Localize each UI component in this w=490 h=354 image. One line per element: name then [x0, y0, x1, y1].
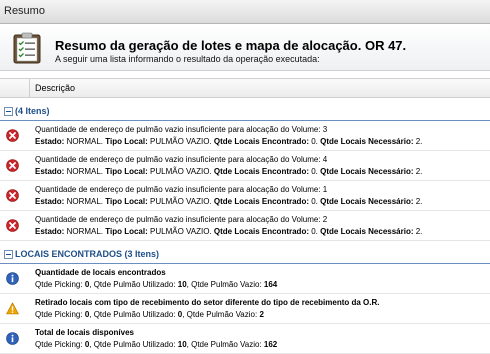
list-item[interactable]: Quantidade de endereço de pulmão vazio i…: [0, 121, 490, 151]
group-header-errors[interactable]: (4 Itens): [0, 103, 490, 121]
list-item[interactable]: Quantidade de endereço de pulmão vazio i…: [0, 151, 490, 181]
item-title: Quantidade de locais encontrados: [35, 268, 166, 277]
header-corner-cell: [0, 79, 30, 97]
error-icon: [6, 189, 19, 202]
info-icon: [6, 272, 19, 285]
clipboard-checklist-icon: [13, 32, 41, 64]
list-item[interactable]: Quantidade de endereço de pulmão vazio i…: [0, 181, 490, 211]
item-details: Estado: NORMAL. Tipo Local: PULMÃO VAZIO…: [35, 137, 423, 146]
group-header-locais-encontrados[interactable]: LOCAIS ENCONTRADOS (3 Itens): [0, 246, 490, 264]
window-title: Resumo: [0, 0, 490, 24]
group-label: LOCAIS ENCONTRADOS (3 Itens): [15, 249, 160, 259]
info-icon: [6, 332, 19, 345]
list-item[interactable]: Quantidade de locais encontrados Qtde Pi…: [0, 264, 490, 294]
item-details: Qtde Picking: 0, Qtde Pulmão Utilizado: …: [35, 310, 264, 319]
collapse-toggle-icon[interactable]: [4, 250, 13, 259]
summary-title: Resumo da geração de lotes e mapa de alo…: [55, 38, 407, 53]
summary-subtitle: A seguir uma lista informando o resultad…: [55, 54, 320, 64]
group-label: (4 Itens): [15, 106, 50, 116]
column-header-descricao[interactable]: Descrição: [35, 79, 75, 97]
summary-header: Resumo da geração de lotes e mapa de alo…: [0, 24, 490, 71]
item-title: Retirado locais com tipo de recebimento …: [35, 298, 380, 307]
item-message: Quantidade de endereço de pulmão vazio i…: [35, 215, 328, 224]
error-icon: [6, 159, 19, 172]
item-details: Estado: NORMAL. Tipo Local: PULMÃO VAZIO…: [35, 227, 423, 236]
list-item[interactable]: Quantidade de endereço de pulmão vazio i…: [0, 211, 490, 241]
item-details: Qtde Picking: 0, Qtde Pulmão Utilizado: …: [35, 340, 278, 349]
item-details: Estado: NORMAL. Tipo Local: PULMÃO VAZIO…: [35, 167, 423, 176]
grid-column-header: Descrição: [0, 78, 490, 98]
item-message: Quantidade de endereço de pulmão vazio i…: [35, 185, 328, 194]
item-title: Total de locais disponíves: [35, 328, 134, 337]
item-message: Quantidade de endereço de pulmão vazio i…: [35, 125, 328, 134]
error-icon: [6, 219, 19, 232]
list-item[interactable]: Retirado locais com tipo de recebimento …: [0, 294, 490, 324]
item-details: Estado: NORMAL. Tipo Local: PULMÃO VAZIO…: [35, 197, 423, 206]
warning-icon: [6, 302, 19, 315]
error-icon: [6, 129, 19, 142]
list-item[interactable]: Total de locais disponíves Qtde Picking:…: [0, 324, 490, 354]
collapse-toggle-icon[interactable]: [4, 107, 13, 116]
item-message: Quantidade de endereço de pulmão vazio i…: [35, 155, 328, 164]
item-details: Qtde Picking: 0, Qtde Pulmão Utilizado: …: [35, 280, 278, 289]
